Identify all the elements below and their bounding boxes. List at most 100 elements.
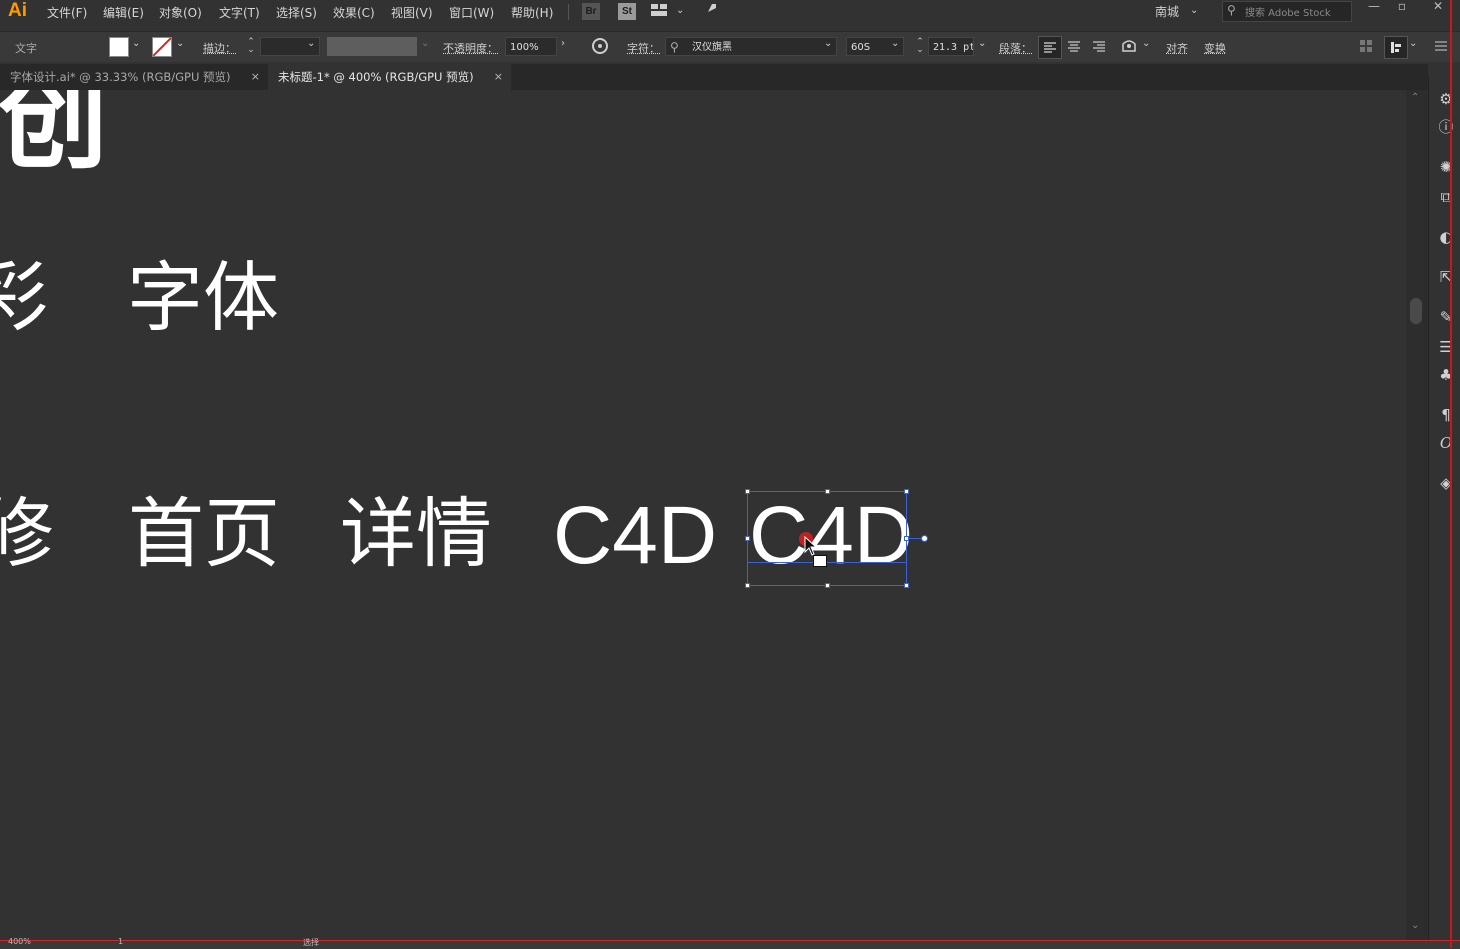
menu-select[interactable]: 选择(S) [276,4,317,21]
export-icon[interactable]: ⇱ [1437,268,1455,286]
zoom-field[interactable]: 400% [8,937,31,946]
paragraph-icon[interactable]: ¶ [1437,406,1455,424]
text-baseline [747,562,907,563]
minimize-button[interactable]: — [1360,0,1388,14]
chevron-down-icon[interactable]: ⌄ [132,38,140,49]
chevron-down-icon[interactable]: ⌄ [1409,38,1417,49]
fill-swatch[interactable] [109,37,129,57]
workspace-switcher[interactable]: 南城 [1155,3,1179,20]
menu-view[interactable]: 视图(V) [391,4,433,21]
menu-file[interactable]: 文件(F) [47,4,87,21]
chevron-down-icon[interactable]: ⌄ [676,5,684,16]
scroll-down-icon[interactable]: ⌄ [1411,920,1419,931]
opentype-icon[interactable]: O [1437,434,1455,452]
menu-divider [568,4,569,20]
artboard-number[interactable]: 1 [118,937,123,946]
selection-handle[interactable] [825,489,830,494]
selection-handle[interactable] [745,489,750,494]
opacity-field[interactable]: 100% [505,37,557,56]
stroke-swatch[interactable] [152,37,172,57]
info-icon[interactable]: ⓘ [1437,118,1455,136]
close-icon[interactable]: × [251,64,260,90]
menu-bar: Ai 文件(F) 编辑(E) 对象(O) 文字(T) 选择(S) 效果(C) 视… [0,0,1460,25]
variable-width-profile[interactable] [327,37,417,56]
align-center-button[interactable] [1063,36,1085,57]
brush-icon[interactable]: ✎ [1437,308,1455,326]
type-thread-port[interactable] [921,535,928,542]
stroke-stepper[interactable]: ⌃ ⌄ [244,38,258,56]
vertical-scrollbar[interactable]: ⌃ ⌄ [1406,90,1428,940]
app-logo: Ai [8,0,27,21]
stroke-label[interactable]: 描边： [203,40,236,56]
transform-panel-link[interactable]: 变换 [1204,40,1226,56]
menu-type[interactable]: 文字(T) [219,4,260,21]
stock-button[interactable]: St [618,3,636,20]
chevron-down-icon[interactable]: ⌄ [1190,5,1198,16]
paragraph-label[interactable]: 段落： [999,40,1032,56]
arrange-documents-icon[interactable] [651,4,667,16]
font-size-field[interactable]: 21.3 pt [928,37,974,56]
panel-menu-icon[interactable] [1435,40,1447,52]
align-left-button[interactable] [1038,36,1062,59]
canvas-text-cai[interactable]: 彩 [0,250,48,346]
menu-help[interactable]: 帮助(H) [511,4,553,21]
tool-label: 文字 [15,42,37,55]
chevron-down-icon[interactable]: ⌄ [307,38,315,49]
font-family-value: 汉仪旗黑 [692,42,732,53]
bridge-button[interactable]: Br [582,3,600,20]
move-cursor-badge-icon [813,555,827,567]
character-label[interactable]: 字符： [627,40,660,56]
close-button[interactable]: ✕ [1424,0,1452,14]
font-family-field[interactable]: ⚲ 汉仪旗黑 [665,37,837,56]
opacity-label[interactable]: 不透明度： [443,40,498,56]
stock-search-input[interactable]: ⚲ 搜索 Adobe Stock [1222,1,1352,22]
font-size-stepper[interactable]: ⌃ ⌄ [914,38,926,56]
selection-handle[interactable] [745,583,750,588]
menu-effect[interactable]: 效果(C) [333,4,375,21]
canvas-text-xiu[interactable]: 修 [0,486,54,582]
menu-edit[interactable]: 编辑(E) [103,4,144,21]
chevron-down-icon[interactable]: ⌄ [978,38,986,49]
selection-handle[interactable] [904,489,909,494]
color-icon[interactable]: ◐ [1437,228,1455,246]
rocket-icon[interactable] [700,2,718,20]
distribute-button[interactable] [1384,36,1408,59]
scroll-up-icon[interactable]: ⌃ [1411,92,1419,103]
canvas-text-xiangqing[interactable]: 详情 [340,486,492,582]
layers-icon[interactable]: ◈ [1437,474,1455,492]
menu-window[interactable]: 窗口(W) [449,4,494,21]
tab-document-1[interactable]: 字体设计.ai* @ 33.33% (RGB/GPU 预览) × [0,64,268,90]
chevron-down-icon[interactable]: ⌄ [824,38,832,49]
chevron-right-icon[interactable]: › [561,38,565,49]
chevron-down-icon[interactable]: ⌄ [421,38,429,49]
tab-label: 字体设计.ai* @ 33.33% (RGB/GPU 预览) [10,70,231,84]
recolor-artwork-icon[interactable] [591,37,609,55]
selection-handle[interactable] [904,583,909,588]
selection-handle[interactable] [825,583,830,588]
properties-icon[interactable]: ⚙ [1437,90,1455,108]
chevron-down-icon[interactable]: ⌄ [176,38,184,49]
selection-bounding-box[interactable] [747,491,907,586]
canvas-text-c4d-1[interactable]: C4D [553,488,717,584]
selection-handle[interactable] [745,536,750,541]
scrollbar-thumb[interactable] [1410,298,1422,324]
symbols-icon[interactable]: ♣ [1437,366,1455,384]
maximize-button[interactable]: ▫ [1388,0,1416,14]
canvas-text-row1[interactable]: 创 [0,90,108,180]
tab-document-2[interactable]: 未标题-1* @ 400% (RGB/GPU 预览) × [268,64,511,90]
artboard-canvas[interactable]: 创 彩 字体 修 首页 详情 C4D C4D [0,90,1406,940]
chevron-down-icon[interactable]: ⌄ [891,38,899,49]
close-icon[interactable]: × [494,64,503,90]
transform-icon[interactable]: ⧉ [1437,188,1455,206]
canvas-text-ziti[interactable]: 字体 [127,250,279,346]
align-panel-link[interactable]: 对齐 [1166,40,1188,56]
grid-icon[interactable] [1360,40,1374,54]
canvas-text-shouye[interactable]: 首页 [128,486,280,582]
glyph-icon[interactable] [1120,37,1138,55]
tab-label: 未标题-1* @ 400% (RGB/GPU 预览) [278,70,474,84]
stroke-panel-icon[interactable]: ☰ [1437,338,1455,356]
align-right-button[interactable] [1088,36,1110,57]
menu-object[interactable]: 对象(O) [159,4,202,21]
appearance-icon[interactable]: ✺ [1437,158,1455,176]
chevron-down-icon[interactable]: ⌄ [1142,38,1150,49]
